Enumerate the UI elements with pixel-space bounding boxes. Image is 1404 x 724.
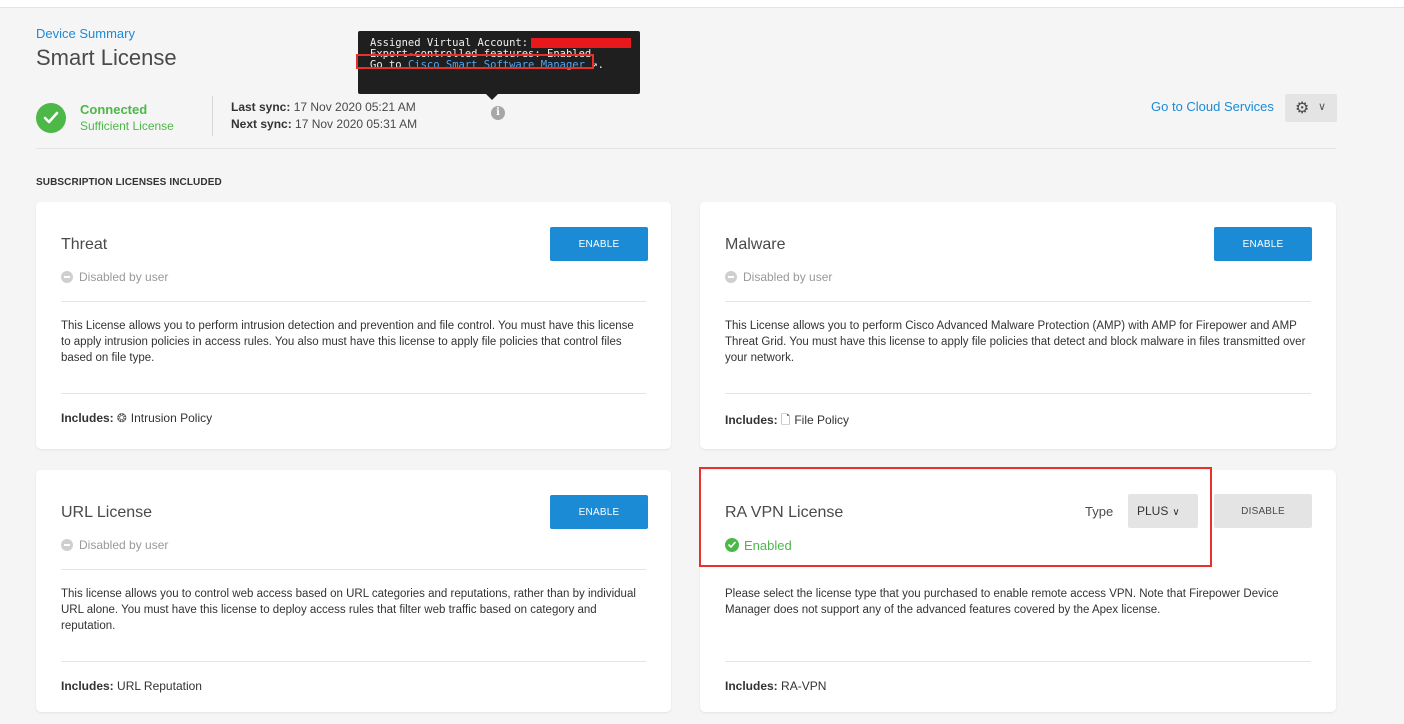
includes-label: Includes: [61,679,114,693]
disabled-icon [61,271,73,283]
includes-label: Includes: [61,411,114,425]
includes-label: Includes: [725,679,778,693]
gear-icon: ⚙ [1295,100,1310,117]
url-license-card: URL License ENABLE Disabled by user This… [36,470,671,712]
goto-ssm-row: Go to Cisco Smart Software Manager ↗. [370,60,628,71]
card-divider [725,393,1311,394]
card-description: Please select the license type that you … [725,588,1279,616]
card-state: Disabled by user [61,538,168,552]
info-icon[interactable]: i [491,106,505,120]
external-link-icon: ↗ [584,59,598,71]
status-license: Sufficient License [80,119,174,133]
disabled-icon [61,539,73,551]
cisco-ssm-link[interactable]: Cisco Smart Software Manager [408,59,585,71]
card-divider [61,661,646,662]
last-sync: Last sync: 17 Nov 2020 05:21 AM [231,100,416,114]
top-bar [0,0,1404,8]
card-state: Enabled [725,538,792,553]
goto-suffix: . [597,59,604,71]
license-type-value: PLUS [1137,504,1169,518]
card-includes: Includes: ❂ Intrusion Policy [61,411,212,425]
includes-value: File Policy [794,413,850,427]
cloud-services-link[interactable]: Go to Cloud Services [1151,99,1274,114]
card-divider [61,393,646,394]
last-sync-value: 17 Nov 2020 05:21 AM [290,100,416,114]
chevron-down-icon: ∨ [1318,101,1327,113]
ra-vpn-card: RA VPN License Type PLUS ∨ DISABLE Enable… [700,470,1336,712]
intrusion-policy-icon: ❂ [116,411,127,425]
card-includes: Includes: URL Reputation [61,679,202,693]
includes-value: Intrusion Policy [130,411,213,425]
card-description: This License allows you to perform intru… [61,320,634,364]
card-state-text: Disabled by user [743,270,833,284]
includes-value: RA-VPN [777,679,827,693]
card-divider [725,661,1311,662]
status-connected: Connected [80,102,148,117]
includes-label: Includes: [725,413,778,427]
disabled-icon [725,271,737,283]
page-title: Smart License [36,45,177,70]
goto-prefix: Go to [370,59,408,71]
license-type-select[interactable]: PLUS ∨ [1128,494,1198,528]
card-state-text: Disabled by user [79,270,169,284]
card-title: RA VPN License [725,504,844,521]
card-title: URL License [61,504,153,521]
url-enable-button[interactable]: ENABLE [550,495,648,529]
status-divider [212,96,213,136]
redacted-account [531,38,632,48]
card-state-text: Disabled by user [79,538,169,552]
malware-card: Malware ENABLE Disabled by user This Lic… [700,202,1336,449]
last-sync-label: Last sync: [231,100,291,114]
connected-check-icon [36,103,66,133]
type-label: Type [1085,504,1114,519]
card-state-text: Enabled [744,538,792,553]
next-sync-label: Next sync: [231,117,292,131]
threat-card: Threat ENABLE Disabled by user This Lice… [36,202,671,449]
malware-enable-button[interactable]: ENABLE [1214,227,1312,261]
header-divider [36,148,1336,149]
card-description: This License allows you to perform Cisco… [725,320,1306,364]
card-state: Disabled by user [725,270,832,284]
settings-dropdown-button[interactable]: ⚙ ∨ [1285,94,1337,122]
card-state: Disabled by user [61,270,168,284]
chevron-down-icon: ∨ [1172,507,1180,518]
threat-enable-button[interactable]: ENABLE [550,227,648,261]
breadcrumb[interactable]: Device Summary [36,26,135,41]
card-divider [61,301,646,302]
file-policy-icon: 🗋 [780,413,791,427]
license-tooltip: Assigned Virtual Account: Export-control… [358,31,640,100]
card-includes: Includes: RA-VPN [725,679,826,693]
includes-value: URL Reputation [113,679,202,693]
next-sync: Next sync: 17 Nov 2020 05:31 AM [231,117,417,131]
enabled-check-icon [725,538,739,552]
card-divider [725,301,1311,302]
card-description: This license allows you to control web a… [61,588,636,632]
vpn-disable-button[interactable]: DISABLE [1214,494,1312,528]
card-title: Threat [61,236,108,253]
card-divider [61,569,646,570]
next-sync-value: 17 Nov 2020 05:31 AM [291,117,418,131]
section-label: SUBSCRIPTION LICENSES INCLUDED [36,177,222,188]
card-title: Malware [725,236,786,253]
card-includes: Includes: 🗋 File Policy [725,411,849,432]
